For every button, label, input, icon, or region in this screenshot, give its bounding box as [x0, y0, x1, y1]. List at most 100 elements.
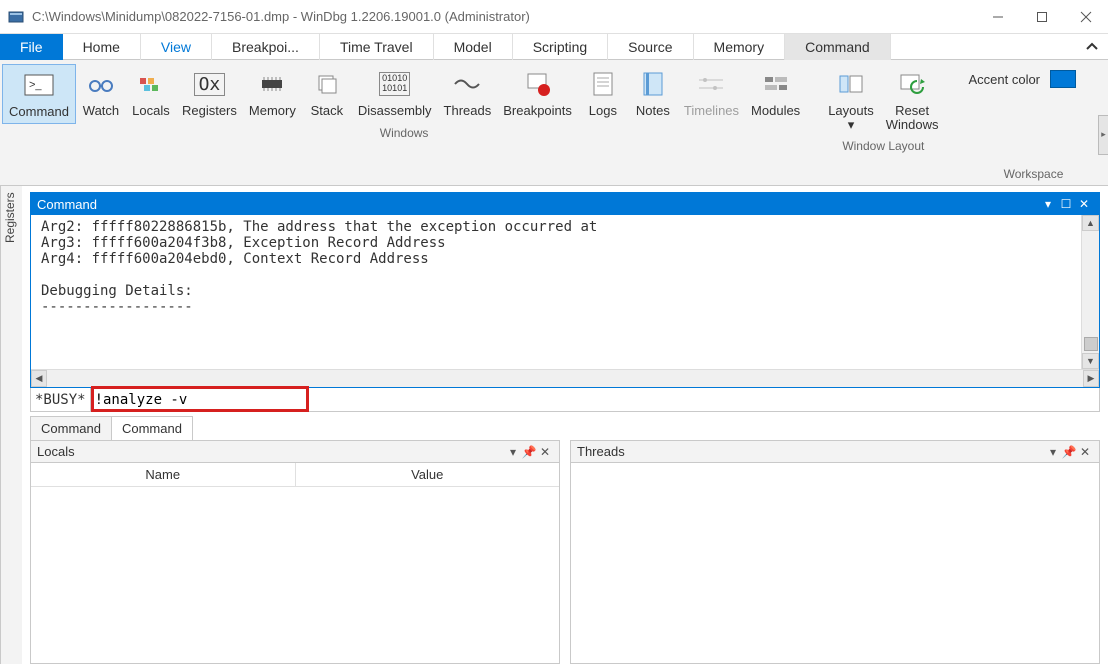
- tab-breakpoints[interactable]: Breakpoi...: [212, 34, 320, 60]
- maximize-panel-icon[interactable]: ☐: [1057, 197, 1075, 211]
- thread-icon: [451, 68, 483, 100]
- tab-source[interactable]: Source: [608, 34, 693, 60]
- close-panel-icon[interactable]: ✕: [1077, 445, 1093, 459]
- pin-icon[interactable]: 📌: [1061, 445, 1077, 459]
- ribbon-label: Stack: [311, 104, 344, 118]
- ribbon-label: Registers: [182, 104, 237, 118]
- dropdown-icon[interactable]: ▾: [505, 445, 521, 459]
- locals-col-name[interactable]: Name: [31, 463, 296, 486]
- ribbon-threads-button[interactable]: Threads: [438, 64, 498, 124]
- app-icon: [8, 9, 24, 25]
- scroll-thumb[interactable]: [1084, 337, 1098, 351]
- command-input[interactable]: [91, 392, 1099, 408]
- ribbon-watch-button[interactable]: Watch: [76, 64, 126, 124]
- ribbon-group-workspace: Accent color: [958, 60, 1108, 88]
- scroll-down-icon[interactable]: ▼: [1082, 353, 1099, 369]
- ribbon-registers-button[interactable]: Ox Registers: [176, 64, 243, 124]
- threads-panel-header[interactable]: Threads ▾ 📌 ✕: [571, 441, 1099, 463]
- ribbon-label: Disassembly: [358, 104, 432, 118]
- bottom-panels: Locals ▾ 📌 ✕ Name Value Threads ▾ 📌: [30, 440, 1100, 664]
- ribbon-stack-button[interactable]: Stack: [302, 64, 352, 124]
- ribbon-timelines-button: Timelines: [678, 64, 745, 124]
- tab-home[interactable]: Home: [63, 34, 141, 60]
- horizontal-scrollbar[interactable]: ◀ ▶: [31, 369, 1099, 387]
- window-title: C:\Windows\Minidump\082022-7156-01.dmp -…: [32, 9, 976, 24]
- accent-color-swatch[interactable]: [1050, 70, 1076, 88]
- scroll-up-icon[interactable]: ▲: [1082, 215, 1099, 231]
- reset-icon: [896, 68, 928, 100]
- dock-tab-command-2[interactable]: Command: [111, 416, 193, 440]
- notes-icon: [637, 68, 669, 100]
- ribbon-command-button[interactable]: >_ Command: [2, 64, 76, 124]
- locals-col-value[interactable]: Value: [296, 463, 560, 486]
- vertical-scrollbar[interactable]: ▲ ▼: [1081, 215, 1099, 369]
- terminal-icon: >_: [23, 69, 55, 101]
- scroll-right-icon[interactable]: ▶: [1083, 370, 1099, 387]
- ribbon: >_ Command Watch Locals Ox Registers Mem…: [0, 60, 1108, 186]
- close-panel-icon[interactable]: ✕: [1075, 197, 1093, 211]
- window-controls: [976, 0, 1108, 34]
- ribbon-label: Layouts ▾: [828, 104, 874, 133]
- accent-color-label: Accent color: [968, 72, 1040, 87]
- tab-model[interactable]: Model: [434, 34, 513, 60]
- command-output[interactable]: Arg2: fffff8022886815b, The address that…: [31, 215, 1081, 369]
- dropdown-icon[interactable]: ▾: [1045, 445, 1061, 459]
- minimize-button[interactable]: [976, 0, 1020, 34]
- tab-memory[interactable]: Memory: [694, 34, 786, 60]
- command-status: *BUSY*: [31, 388, 91, 411]
- workspace: Registers Command ▾ ☐ ✕ Arg2: fffff80228…: [0, 186, 1108, 664]
- locals-panel-header[interactable]: Locals ▾ 📌 ✕: [31, 441, 559, 463]
- ribbon-group-windows: >_ Command Watch Locals Ox Registers Mem…: [0, 60, 808, 124]
- ribbon-label: Watch: [83, 104, 119, 118]
- ribbon-collapse-button[interactable]: [1076, 34, 1108, 59]
- command-window-title: Command: [37, 197, 97, 212]
- tab-view[interactable]: View: [141, 34, 212, 60]
- modules-icon: [760, 68, 792, 100]
- dock-tabstrip: Command Command: [30, 416, 1100, 440]
- glasses-icon: [85, 68, 117, 100]
- ribbon-memory-button[interactable]: Memory: [243, 64, 302, 124]
- chip-icon: [256, 68, 288, 100]
- side-tab-registers[interactable]: Registers: [0, 186, 22, 664]
- right-edge-handle[interactable]: ▸: [1098, 115, 1108, 155]
- main-area: Command ▾ ☐ ✕ Arg2: fffff8022886815b, Th…: [22, 186, 1108, 664]
- ribbon-group-label-windows: Windows: [0, 124, 808, 144]
- threads-panel: Threads ▾ 📌 ✕: [570, 440, 1100, 664]
- ribbon-group-label-layout: Window Layout: [820, 137, 946, 157]
- tab-time-travel[interactable]: Time Travel: [320, 34, 434, 60]
- ribbon-label: Notes: [636, 104, 670, 118]
- title-bar: C:\Windows\Minidump\082022-7156-01.dmp -…: [0, 0, 1108, 34]
- command-input-row: *BUSY*: [30, 388, 1100, 412]
- scroll-left-icon[interactable]: ◀: [31, 370, 47, 387]
- stack-icon: [311, 68, 343, 100]
- dropdown-icon[interactable]: ▾: [1039, 197, 1057, 211]
- tab-scripting[interactable]: Scripting: [513, 34, 608, 60]
- layouts-icon: [835, 68, 867, 100]
- ribbon-label: Logs: [589, 104, 617, 118]
- locals-panel-title: Locals: [37, 444, 75, 459]
- locals-columns: Name Value: [31, 463, 559, 487]
- pin-icon[interactable]: 📌: [521, 445, 537, 459]
- tab-command[interactable]: Command: [785, 34, 891, 60]
- command-window-titlebar[interactable]: Command ▾ ☐ ✕: [31, 193, 1099, 215]
- close-panel-icon[interactable]: ✕: [537, 445, 553, 459]
- ribbon-logs-button[interactable]: Logs: [578, 64, 628, 124]
- ribbon-label: Memory: [249, 104, 296, 118]
- locals-panel: Locals ▾ 📌 ✕ Name Value: [30, 440, 560, 664]
- binary-icon: 0101010101: [379, 68, 411, 100]
- close-button[interactable]: [1064, 0, 1108, 34]
- ribbon-breakpoints-button[interactable]: Breakpoints: [497, 64, 578, 124]
- ribbon-notes-button[interactable]: Notes: [628, 64, 678, 124]
- ribbon-reset-windows-button[interactable]: Reset Windows: [880, 64, 945, 137]
- maximize-button[interactable]: [1020, 0, 1064, 34]
- breakpoint-icon: [522, 68, 554, 100]
- ribbon-locals-button[interactable]: Locals: [126, 64, 176, 124]
- ribbon-layouts-button[interactable]: Layouts ▾: [822, 64, 880, 137]
- ribbon-group-label-workspace: Workspace: [958, 165, 1108, 185]
- ribbon-label: Reset Windows: [886, 104, 939, 133]
- tab-file[interactable]: File: [0, 34, 63, 60]
- dock-tab-command-1[interactable]: Command: [30, 416, 112, 440]
- ribbon-modules-button[interactable]: Modules: [745, 64, 806, 124]
- ribbon-label: Threads: [444, 104, 492, 118]
- ribbon-disassembly-button[interactable]: 0101010101 Disassembly: [352, 64, 438, 124]
